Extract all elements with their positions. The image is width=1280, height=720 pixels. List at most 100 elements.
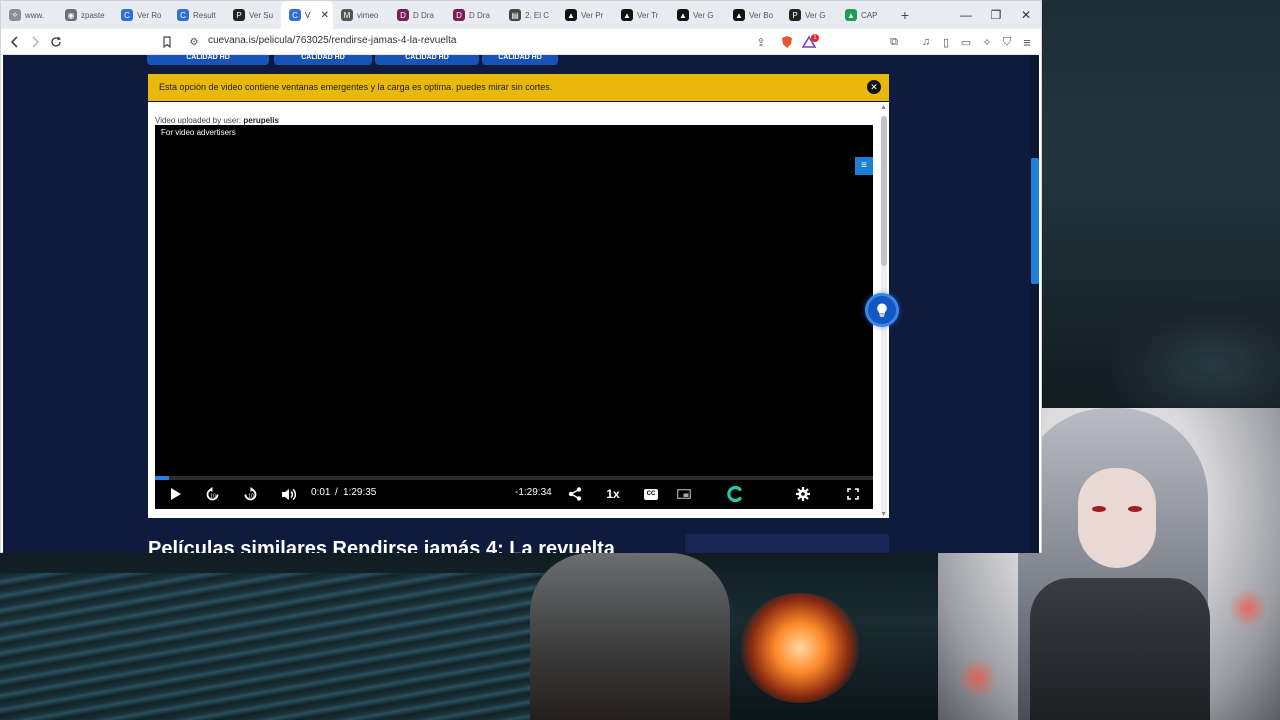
play-icon (170, 488, 181, 500)
vpn-icon[interactable]: ⛉ (999, 34, 1015, 50)
browser-tab[interactable]: ▲ Ver Tr (613, 1, 669, 29)
tab-label: D Dra (413, 10, 434, 20)
portrait-eye (1128, 506, 1142, 512)
menu-icon[interactable]: ≡ (1019, 34, 1035, 50)
quality-tab[interactable]: CALIDAD HD (482, 55, 558, 65)
player-menu-button[interactable]: ≡ (855, 157, 873, 175)
share-icon (568, 487, 582, 501)
notice-text: Esta opción de video contiene ventanas e… (159, 82, 553, 92)
quality-tab[interactable]: CALIDAD HD (375, 55, 479, 65)
browser-tab[interactable]: ▲ Ver Pr (557, 1, 613, 29)
browser-tab[interactable]: ▤ 2. El C (501, 1, 557, 29)
close-tab-icon[interactable]: ✕ (321, 10, 329, 21)
drive-icon: ▲ (845, 9, 857, 21)
video-player[interactable]: For video advertisers ≡ 10 10 0:01 / 1:2… (155, 125, 873, 509)
playback-speed-button[interactable]: 1x (601, 483, 625, 505)
close-notice-button[interactable]: ✕ (867, 80, 881, 94)
bookmark-button[interactable] (159, 34, 175, 50)
forward-button[interactable] (27, 34, 43, 50)
quality-tab[interactable]: CALIDAD HD (147, 55, 269, 65)
browser-tab[interactable]: P Ver Su (225, 1, 281, 29)
browser-tab[interactable]: ◉ zpaste (57, 1, 113, 29)
wallet-icon[interactable]: ▭ (958, 34, 974, 50)
tab-label: Ver Tr (637, 10, 659, 20)
browser-tab[interactable]: C Ver Ro (113, 1, 169, 29)
settings-button[interactable] (793, 483, 813, 505)
a-icon: ▲ (565, 9, 577, 21)
popup-warning-banner: Esta opción de video contiene ventanas e… (148, 74, 889, 101)
globe-icon: ⟡ (9, 9, 21, 21)
lights-off-button[interactable] (865, 293, 899, 327)
close-window-button[interactable]: ✕ (1011, 1, 1041, 29)
cuevana-icon: C (289, 9, 301, 21)
browser-tab[interactable]: C V ✕ (281, 1, 333, 29)
cuevana-icon: C (177, 9, 189, 21)
browser-tab[interactable]: ⟡ www. (1, 1, 57, 29)
uploader-prefix: Video uploaded by user: (155, 116, 242, 125)
music-icon[interactable]: ♫ (918, 34, 934, 50)
sidebar-icon[interactable]: ▯ (938, 34, 954, 50)
captions-icon: CC (643, 488, 659, 500)
cuevana-logo-button[interactable] (724, 483, 746, 505)
play-button[interactable] (165, 483, 185, 505)
uploader-name[interactable]: perupelis (243, 116, 279, 125)
page-scroll-thumb[interactable] (1031, 158, 1039, 284)
browser-tab[interactable]: D D Dra (445, 1, 501, 29)
uploader-line: Video uploaded by user: perupelis (155, 116, 279, 125)
svg-text:10: 10 (210, 493, 216, 499)
volume-button[interactable] (278, 483, 298, 505)
browser-tab[interactable]: Mvimeo (333, 1, 389, 29)
screenshot-icon[interactable]: ⧉ (886, 34, 902, 50)
advertisers-link[interactable]: For video advertisers (161, 128, 236, 137)
tab-label: Ver Pr (581, 10, 604, 20)
tab-label: CAP (861, 10, 878, 20)
forward-10-button[interactable]: 10 (240, 483, 260, 505)
browser-tab[interactable]: P Ver G (781, 1, 837, 29)
browser-tab[interactable]: D D Dra (389, 1, 445, 29)
rewind-icon: 10 (206, 486, 218, 500)
fullscreen-button[interactable] (843, 483, 863, 505)
progress-bar[interactable] (155, 476, 873, 480)
remaining-time: -1:29:34 (515, 487, 552, 498)
browser-tab[interactable]: ▲ Ver Bo (725, 1, 781, 29)
tab-label: Ver Bo (749, 10, 774, 20)
page-scrollbar[interactable] (1031, 55, 1039, 553)
share-icon[interactable]: ⇪ (753, 34, 769, 50)
scene-water (0, 573, 560, 720)
tab-strip: ⟡ www. ◉ zpaste C Ver Ro C Result P Ver Su C V ✕ Mvim… (1, 1, 1041, 29)
player-box-scroll-thumb[interactable] (881, 116, 887, 266)
rewind-button[interactable]: 10 (202, 483, 222, 505)
restore-button[interactable]: ❐ (981, 1, 1011, 29)
share-button[interactable] (565, 483, 585, 505)
player-container: Video uploaded by user: perupelis For vi… (148, 102, 889, 518)
scroll-down-arrow-icon[interactable]: ▼ (880, 511, 887, 518)
back-button[interactable] (7, 34, 23, 50)
browser-tab[interactable]: ▲ Ver G (669, 1, 725, 29)
new-tab-button[interactable]: + (893, 7, 917, 23)
address-bar[interactable]: cuevana.is/pelicula/763025/rendirse-jama… (208, 35, 456, 46)
reload-button[interactable] (48, 34, 64, 50)
pip-button[interactable] (674, 483, 694, 505)
quality-tab[interactable]: CALIDAD HD (274, 55, 372, 65)
leo-ai-icon[interactable]: ✧ (979, 34, 995, 50)
tab-label: zpaste (81, 10, 105, 20)
scroll-up-arrow-icon[interactable]: ▲ (880, 104, 887, 111)
a-icon: ▲ (621, 9, 633, 21)
minimize-button[interactable]: — (951, 1, 981, 29)
cuevana-icon: C (121, 9, 133, 21)
captions-button[interactable]: CC (641, 483, 661, 505)
tab-label: www. (25, 10, 45, 20)
brave-shields-icon[interactable] (779, 34, 795, 50)
browser-tab[interactable]: ▲ CAP (837, 1, 893, 29)
bookmark-icon (163, 36, 171, 48)
browser-tab[interactable]: C Result (169, 1, 225, 29)
chevron-right-icon (32, 36, 40, 48)
site-settings-icon[interactable]: ⚙ (186, 34, 202, 50)
p-icon: P (233, 9, 245, 21)
tab-label: Ver G (693, 10, 714, 20)
svg-text:10: 10 (248, 493, 254, 499)
portrait-eye (1092, 506, 1106, 512)
tab-label: D Dra (469, 10, 490, 20)
total-duration: 1:29:35 (343, 487, 377, 498)
portrait-glow (958, 658, 998, 698)
